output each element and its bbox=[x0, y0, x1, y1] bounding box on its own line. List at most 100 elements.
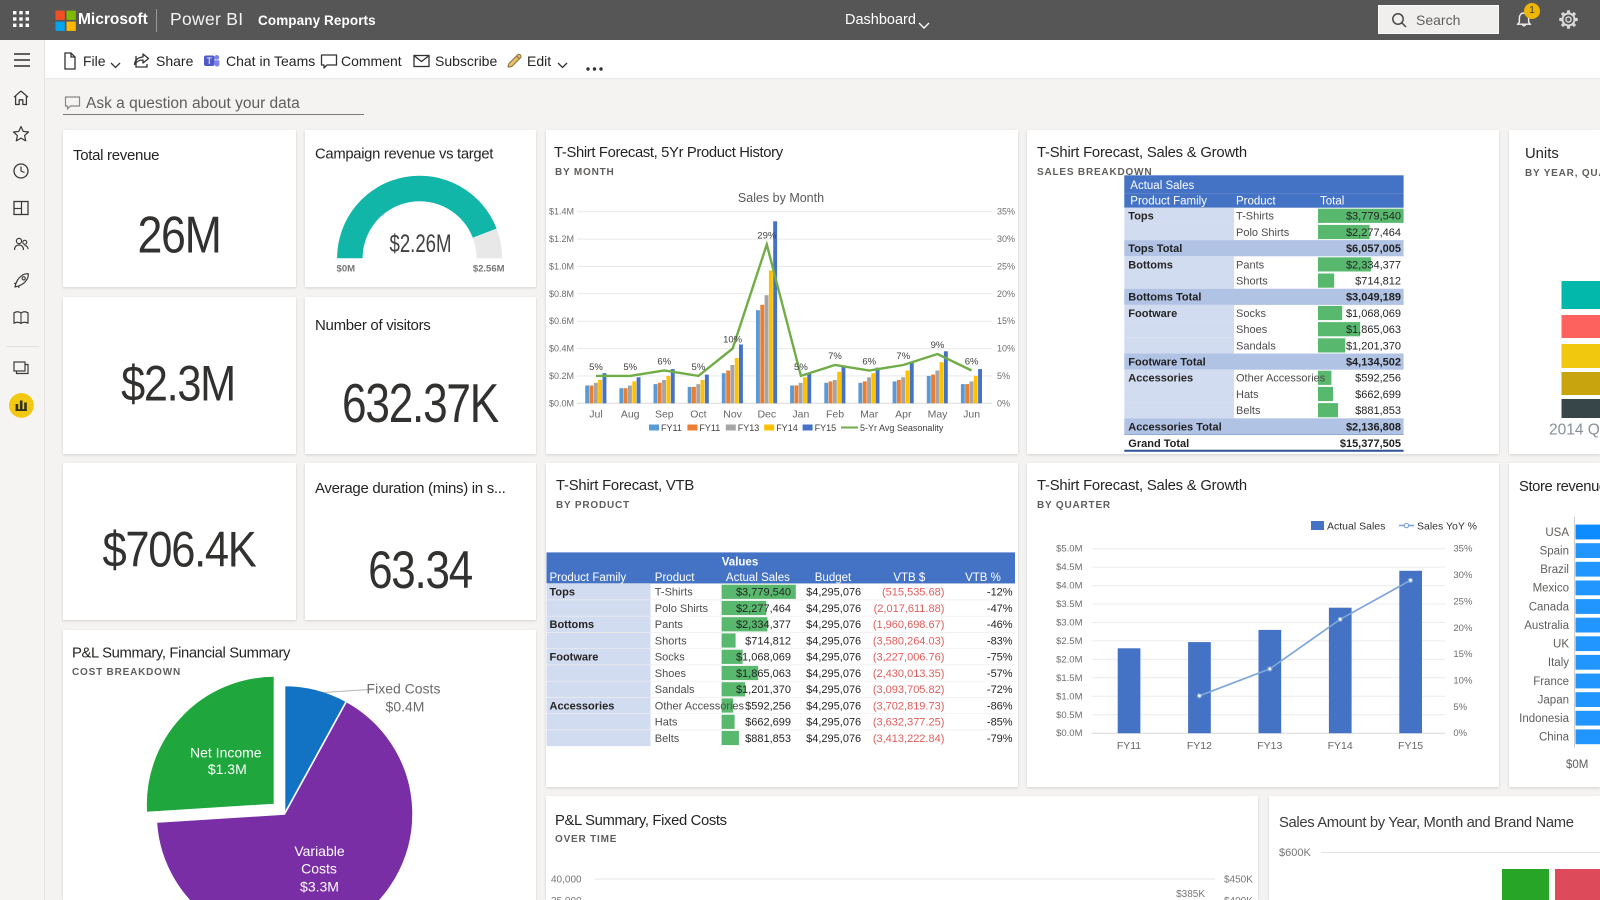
svg-text:-85%: -85% bbox=[987, 717, 1013, 729]
svg-text:9%: 9% bbox=[931, 340, 945, 351]
svg-text:Other Accessories: Other Accessories bbox=[655, 700, 745, 712]
svg-text:$1.3M: $1.3M bbox=[208, 761, 247, 777]
svg-text:$385K: $385K bbox=[1176, 889, 1205, 900]
svg-text:Sandals: Sandals bbox=[655, 684, 695, 696]
svg-text:$6,057,005: $6,057,005 bbox=[1346, 243, 1401, 255]
svg-text:Actual Sales: Actual Sales bbox=[1327, 521, 1385, 533]
svg-text:$3.5M: $3.5M bbox=[1056, 599, 1082, 610]
svg-text:25%: 25% bbox=[1453, 596, 1473, 607]
svg-text:6%: 6% bbox=[965, 357, 979, 368]
svg-text:T-Shirts: T-Shirts bbox=[655, 587, 693, 599]
svg-text:Jan: Jan bbox=[792, 409, 809, 421]
svg-text:$1.4M: $1.4M bbox=[549, 207, 574, 217]
svg-text:5-Yr Avg Seasonality: 5-Yr Avg Seasonality bbox=[860, 423, 944, 433]
svg-text:VTB $: VTB $ bbox=[893, 572, 926, 584]
svg-text:T-Shirts: T-Shirts bbox=[1236, 211, 1274, 223]
svg-text:Jun: Jun bbox=[963, 409, 980, 421]
svg-text:Tops: Tops bbox=[550, 587, 575, 599]
svg-text:$4,134,502: $4,134,502 bbox=[1346, 357, 1401, 369]
svg-text:$1,068,069: $1,068,069 bbox=[1346, 308, 1401, 320]
svg-text:$1.5M: $1.5M bbox=[1056, 673, 1082, 684]
svg-text:$15,377,505: $15,377,505 bbox=[1340, 438, 1401, 450]
svg-text:Campaign revenue vs target: Campaign revenue vs target bbox=[315, 147, 493, 163]
svg-text:Net Income: Net Income bbox=[190, 744, 262, 760]
svg-text:Sandals: Sandals bbox=[1236, 340, 1276, 352]
svg-text:Accessories: Accessories bbox=[1128, 373, 1193, 385]
svg-text:$592,256: $592,256 bbox=[745, 700, 791, 712]
svg-text:(2,017,611.88): (2,017,611.88) bbox=[874, 603, 945, 615]
svg-text:$4.0M: $4.0M bbox=[1056, 581, 1082, 592]
svg-text:OVER TIME: OVER TIME bbox=[555, 834, 617, 845]
svg-text:May: May bbox=[928, 409, 949, 421]
svg-text:$662,699: $662,699 bbox=[1355, 389, 1401, 401]
svg-text:Socks: Socks bbox=[655, 652, 685, 664]
svg-text:$4,295,076: $4,295,076 bbox=[806, 652, 861, 664]
svg-text:35%: 35% bbox=[997, 207, 1015, 217]
svg-text:FY13: FY13 bbox=[738, 423, 760, 433]
svg-text:$5.0M: $5.0M bbox=[1056, 544, 1082, 555]
svg-text:-12%: -12% bbox=[987, 587, 1013, 599]
svg-text:Australia: Australia bbox=[1524, 620, 1569, 632]
svg-text:P&L Summary, Financial Summary: P&L Summary, Financial Summary bbox=[72, 645, 291, 661]
svg-text:$3,779,540: $3,779,540 bbox=[736, 587, 791, 599]
svg-text:$4.5M: $4.5M bbox=[1056, 562, 1082, 573]
svg-text:$662,699: $662,699 bbox=[745, 717, 791, 729]
svg-text:$2.56M: $2.56M bbox=[473, 264, 505, 275]
svg-text:0%: 0% bbox=[997, 398, 1010, 408]
svg-text:Variable: Variable bbox=[294, 843, 345, 859]
svg-text:VTB %: VTB % bbox=[965, 572, 1001, 584]
svg-text:Units: Units bbox=[1525, 146, 1559, 162]
svg-text:$4,295,076: $4,295,076 bbox=[806, 603, 861, 615]
svg-text:France: France bbox=[1533, 676, 1569, 688]
svg-text:Canada: Canada bbox=[1528, 601, 1569, 613]
svg-text:-86%: -86% bbox=[987, 700, 1013, 712]
svg-text:Aug: Aug bbox=[621, 409, 640, 421]
svg-text:T-Shirt Forecast, Sales & Grow: T-Shirt Forecast, Sales & Growth bbox=[1037, 145, 1247, 161]
svg-text:T: T bbox=[206, 56, 212, 66]
svg-text:6%: 6% bbox=[862, 357, 876, 368]
svg-text:$2.26M: $2.26M bbox=[390, 230, 452, 258]
svg-text:Oct: Oct bbox=[690, 409, 706, 421]
svg-text:FY15: FY15 bbox=[1398, 740, 1423, 752]
svg-text:Polo Shirts: Polo Shirts bbox=[655, 603, 709, 615]
svg-text:$881,853: $881,853 bbox=[745, 733, 791, 745]
svg-text:$4,295,076: $4,295,076 bbox=[806, 684, 861, 696]
svg-text:$714,812: $714,812 bbox=[745, 635, 791, 647]
svg-text:Indonesia: Indonesia bbox=[1519, 713, 1569, 725]
svg-text:(3,632,377.25): (3,632,377.25) bbox=[873, 717, 945, 729]
svg-text:T-Shirt Forecast, 5Yr Product: T-Shirt Forecast, 5Yr Product History bbox=[554, 145, 784, 161]
svg-text:Brazil: Brazil bbox=[1540, 564, 1569, 576]
svg-text:$2,334,377: $2,334,377 bbox=[736, 619, 791, 631]
svg-text:15%: 15% bbox=[1453, 649, 1473, 660]
svg-text:(3,702,819.73): (3,702,819.73) bbox=[873, 700, 945, 712]
svg-text:Sep: Sep bbox=[655, 409, 674, 421]
svg-text:Tops Total: Tops Total bbox=[1128, 243, 1182, 255]
svg-text:$0.0M: $0.0M bbox=[549, 398, 574, 408]
svg-text:20%: 20% bbox=[997, 289, 1015, 299]
svg-text:Mexico: Mexico bbox=[1532, 583, 1568, 595]
svg-text:Accessories: Accessories bbox=[550, 700, 615, 712]
svg-text:China: China bbox=[1538, 732, 1569, 744]
svg-text:$2.0M: $2.0M bbox=[1056, 654, 1082, 665]
svg-text:35%: 35% bbox=[1453, 544, 1473, 555]
svg-text:Product Family: Product Family bbox=[1130, 196, 1207, 208]
svg-text:$0.2M: $0.2M bbox=[549, 371, 574, 381]
svg-text:$1,068,069: $1,068,069 bbox=[736, 652, 791, 664]
svg-text:5%: 5% bbox=[589, 362, 603, 373]
svg-text:Sales YoY %: Sales YoY % bbox=[1417, 521, 1477, 533]
svg-text:Pants: Pants bbox=[655, 619, 684, 631]
svg-text:P&L Summary, Fixed Costs: P&L Summary, Fixed Costs bbox=[555, 813, 727, 829]
svg-text:BY YEAR, QUARTER AN: BY YEAR, QUARTER AN bbox=[1525, 168, 1600, 179]
svg-text:Costs: Costs bbox=[301, 860, 337, 876]
svg-text:Accessories Total: Accessories Total bbox=[1128, 421, 1221, 433]
svg-text:Product: Product bbox=[1236, 196, 1276, 208]
svg-text:Shoes: Shoes bbox=[655, 668, 687, 680]
svg-text:10%: 10% bbox=[1453, 676, 1473, 687]
svg-text:$3,049,189: $3,049,189 bbox=[1346, 292, 1401, 304]
svg-text:$450K: $450K bbox=[1224, 875, 1253, 886]
svg-text:$714,812: $714,812 bbox=[1355, 276, 1401, 288]
svg-text:-72%: -72% bbox=[987, 684, 1013, 696]
svg-text:$1.0M: $1.0M bbox=[1056, 691, 1082, 702]
svg-text:5%: 5% bbox=[794, 362, 808, 373]
svg-text:Nov: Nov bbox=[723, 409, 742, 421]
